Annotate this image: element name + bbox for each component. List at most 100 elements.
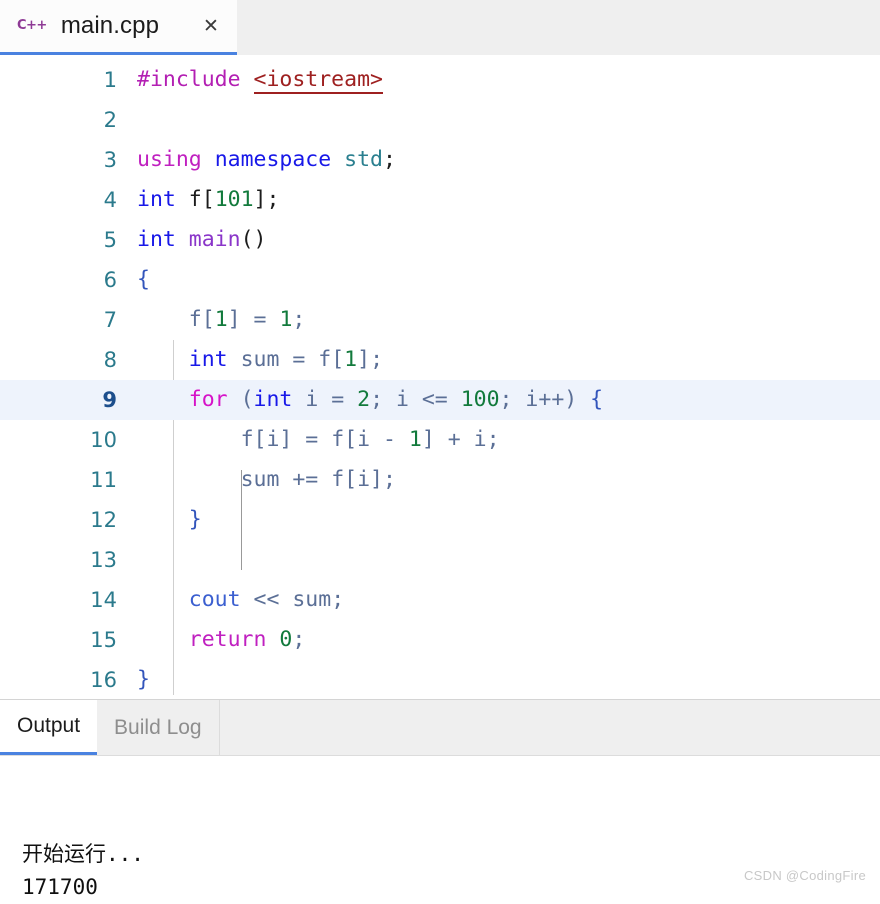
code-token: ] — [357, 347, 371, 372]
code-line[interactable]: 2 — [0, 100, 880, 140]
code-editor[interactable]: 1 #include <iostream> 2 3 using namespace st… — [0, 55, 880, 699]
code-token: i — [266, 427, 280, 452]
code-line-text: sum += f[i]; — [137, 460, 880, 500]
code-token: [ — [344, 467, 358, 492]
code-token: namespace — [214, 147, 332, 172]
code-token: cout — [188, 587, 241, 612]
code-token: ; — [266, 187, 280, 212]
code-token: 1 — [408, 427, 422, 452]
line-number: 3 — [103, 148, 117, 172]
code-token: main — [188, 227, 241, 252]
code-line-text: int main() — [137, 220, 880, 260]
code-token: ++) — [538, 387, 591, 412]
code-token: 1 — [279, 307, 293, 332]
code-token: ] = — [279, 427, 332, 452]
code-line-text: return 0; — [137, 620, 880, 660]
ide-window: C++ main.cpp ✕ 1 #include <iostream> 2 3 usi… — [0, 0, 880, 904]
code-token: { — [137, 267, 150, 292]
panel-tab-output[interactable]: Output — [0, 700, 98, 755]
line-number: 11 — [90, 468, 117, 492]
watermark: CSDN @CodingFire — [743, 868, 866, 883]
code-line[interactable]: 3 using namespace std; — [0, 140, 880, 180]
line-number: 15 — [90, 628, 117, 652]
code-line[interactable]: 8 int sum = f[1]; — [0, 340, 880, 380]
line-number: 16 — [90, 668, 117, 692]
code-token: using — [137, 147, 202, 172]
code-token: f — [318, 347, 332, 372]
code-line[interactable]: 15 return 0; — [0, 620, 880, 660]
code-line[interactable]: 5 int main() — [0, 220, 880, 260]
line-number: 12 — [90, 508, 117, 532]
code-line[interactable]: 1 #include <iostream> — [0, 60, 880, 100]
code-token: i — [357, 467, 371, 492]
code-line[interactable]: 9 for (int i = 2; i <= 100; i++) { — [0, 380, 880, 420]
code-token: 100 — [460, 387, 500, 412]
code-token: return — [188, 627, 267, 652]
code-line-text: for (int i = 2; i <= 100; i++) { — [137, 380, 880, 420]
code-token: ; — [292, 307, 306, 332]
editor-tab-main-cpp[interactable]: C++ main.cpp ✕ — [0, 0, 237, 55]
code-line-text: using namespace std; — [137, 140, 880, 180]
code-token: i — [395, 387, 409, 412]
code-line[interactable]: 6{ — [0, 260, 880, 300]
code-token: std — [344, 147, 383, 172]
code-line-text: f[i] = f[i - 1] + i; — [137, 420, 880, 460]
code-token: int — [137, 227, 176, 252]
code-token: int — [137, 187, 176, 212]
code-line[interactable]: 13 — [0, 540, 880, 580]
code-line[interactable]: 16} — [0, 660, 880, 699]
code-token: 0 — [279, 627, 293, 652]
code-token: 2 — [357, 387, 371, 412]
code-token: [ — [253, 427, 267, 452]
line-number: 10 — [90, 428, 117, 452]
code-token: i — [525, 387, 539, 412]
editor-tab-bar: C++ main.cpp ✕ — [0, 0, 880, 55]
line-number: 2 — [103, 108, 117, 132]
code-line[interactable]: 4 int f[101]; — [0, 180, 880, 220]
code-token: [ — [344, 427, 358, 452]
line-number: 1 — [103, 68, 117, 92]
editor-tab-label: main.cpp — [60, 12, 160, 39]
close-icon[interactable]: ✕ — [201, 16, 221, 36]
code-line[interactable]: 10 f[i] = f[i - 1] + i; — [0, 420, 880, 460]
code-line[interactable]: 7 f[1] = 1; — [0, 300, 880, 340]
bottom-panel-tab-bar: Output Build Log — [0, 700, 880, 756]
code-token: ; — [499, 387, 526, 412]
code-token: int — [253, 387, 293, 412]
code-token: ; — [382, 147, 396, 172]
code-token: ] — [370, 467, 383, 492]
code-token: << — [240, 587, 293, 612]
code-token: ] — [253, 187, 267, 212]
code-token: 1 — [214, 307, 228, 332]
code-token: ( — [227, 387, 254, 412]
code-token: f — [188, 187, 202, 212]
code-token: int — [188, 347, 228, 372]
code-line-text: } — [137, 660, 880, 699]
code-token: i — [305, 387, 319, 412]
code-line-text: f[1] = 1; — [137, 300, 880, 340]
code-line-text: cout << sum; — [137, 580, 880, 620]
line-number: 8 — [103, 348, 117, 372]
code-line[interactable]: 11 sum += f[i]; — [0, 460, 880, 500]
panel-tab-build-log[interactable]: Build Log — [97, 700, 220, 755]
code-line-text: } — [137, 500, 880, 540]
code-line[interactable]: 14 cout << sum; — [0, 580, 880, 620]
line-number: 13 — [90, 548, 117, 572]
code-line[interactable]: 12 } — [0, 500, 880, 540]
code-token: = — [240, 307, 280, 332]
code-token: sum — [240, 347, 280, 372]
code-token: ; — [331, 587, 345, 612]
